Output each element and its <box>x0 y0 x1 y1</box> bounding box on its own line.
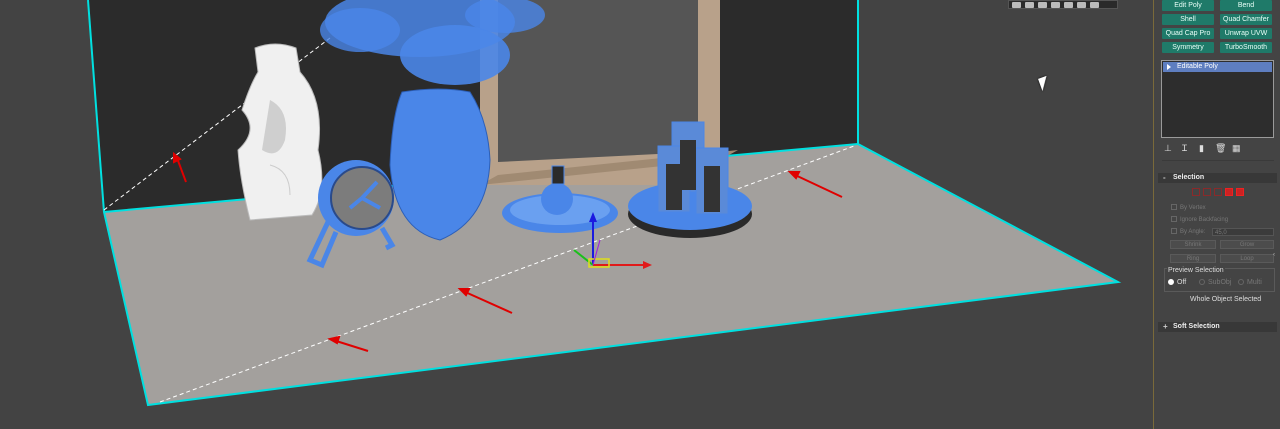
border-level-icon[interactable] <box>1214 188 1222 196</box>
viewport-tool-1-icon[interactable] <box>1012 1 1021 8</box>
soft-selection-rollout-header[interactable]: + Soft Selection <box>1158 322 1277 332</box>
viewport-tool-3-icon[interactable] <box>1038 1 1047 8</box>
preview-multi-radio[interactable]: Multi <box>1238 279 1262 287</box>
by-vertex-label: By Vertex <box>1180 205 1206 211</box>
viewport-tool-4-icon[interactable] <box>1051 1 1060 8</box>
viewport-shading-toolbar[interactable] <box>1008 0 1118 9</box>
viewport-tool-5-icon[interactable] <box>1064 1 1073 8</box>
panel-scroll-arrow-icon[interactable]: ‹ <box>1273 252 1278 260</box>
viewport-scene[interactable] <box>0 0 1153 429</box>
angle-spinner[interactable]: 45,0 <box>1212 228 1274 236</box>
show-end-result-icon[interactable]: Ɪ <box>1181 143 1188 154</box>
grow-button[interactable]: Grow <box>1220 240 1274 249</box>
modifier-button-shell[interactable]: Shell <box>1162 14 1214 25</box>
modifier-button-edit-poly[interactable]: Edit Poly <box>1162 0 1214 11</box>
selection-rollout-header[interactable]: - Selection <box>1158 173 1277 183</box>
subobject-level-icons <box>1192 188 1244 196</box>
polygon-level-icon[interactable] <box>1225 188 1233 196</box>
collapse-sign: - <box>1163 173 1166 182</box>
configure-modifier-sets-icon[interactable]: ▦ <box>1232 143 1241 154</box>
preview-selection-label: Preview Selection <box>1167 267 1225 275</box>
preview-subobj-label: SubObj <box>1208 279 1232 286</box>
modifier-button-turbosmooth[interactable]: TurboSmooth <box>1220 42 1272 53</box>
shrink-button[interactable]: Shrink <box>1170 240 1216 249</box>
modifier-button-quad-chamfer[interactable]: Quad Chamfer <box>1220 14 1272 25</box>
by-angle-label: By Angle: <box>1180 229 1206 235</box>
loop-button[interactable]: Loop <box>1220 254 1274 263</box>
soft-selection-rollout-title: Soft Selection <box>1173 323 1220 330</box>
element-level-icon[interactable] <box>1236 188 1244 196</box>
ignore-backfacing-checkbox[interactable]: Ignore Backfacing <box>1171 216 1228 225</box>
viewport-tool-7-icon[interactable] <box>1090 1 1099 8</box>
viewport-tool-2-icon[interactable] <box>1025 1 1034 8</box>
modifier-button-symmetry[interactable]: Symmetry <box>1162 42 1214 53</box>
ring-button[interactable]: Ring <box>1170 254 1216 263</box>
stack-item-editable-poly[interactable]: Editable Poly <box>1163 62 1272 72</box>
modify-command-panel: Edit Poly Bend Shell Quad Chamfer Quad C… <box>1153 0 1280 429</box>
modifier-buttons-grid: Edit Poly Bend Shell Quad Chamfer Quad C… <box>1162 0 1274 53</box>
by-angle-checkbox[interactable]: By Angle: <box>1171 228 1205 237</box>
selection-status: Whole Object Selected <box>1190 296 1262 303</box>
vertex-level-icon[interactable] <box>1192 188 1200 196</box>
modifier-button-unwrap-uvw[interactable]: Unwrap UVW <box>1220 28 1272 39</box>
by-vertex-checkbox[interactable]: By Vertex <box>1171 204 1206 213</box>
ignore-backfacing-label: Ignore Backfacing <box>1180 217 1229 223</box>
modifier-stack[interactable]: Editable Poly <box>1161 60 1274 138</box>
perspective-viewport[interactable] <box>0 0 1153 429</box>
expand-sign: + <box>1163 322 1168 331</box>
stack-item-label: Editable Poly <box>1177 63 1218 70</box>
modifier-button-quad-cap-pro[interactable]: Quad Cap Pro <box>1162 28 1214 39</box>
viewport-tool-6-icon[interactable] <box>1077 1 1086 8</box>
expand-arrow-icon[interactable] <box>1167 64 1171 70</box>
modifier-button-bend[interactable]: Bend <box>1220 0 1272 11</box>
selection-rollout-title: Selection <box>1173 174 1205 181</box>
stack-toolbar: ⊥ Ɪ ▮ 🗑 ▦ <box>1164 143 1241 154</box>
divider <box>1162 160 1274 161</box>
preview-off-label: Off <box>1177 279 1187 286</box>
preview-off-radio[interactable]: Off <box>1168 279 1186 287</box>
remove-modifier-icon[interactable]: 🗑 <box>1215 143 1226 154</box>
edge-level-icon[interactable] <box>1203 188 1211 196</box>
pin-stack-icon[interactable]: ⊥ <box>1164 143 1172 154</box>
make-unique-icon[interactable]: ▮ <box>1198 143 1205 154</box>
preview-subobj-radio[interactable]: SubObj <box>1199 279 1231 287</box>
preview-multi-label: Multi <box>1247 279 1262 286</box>
